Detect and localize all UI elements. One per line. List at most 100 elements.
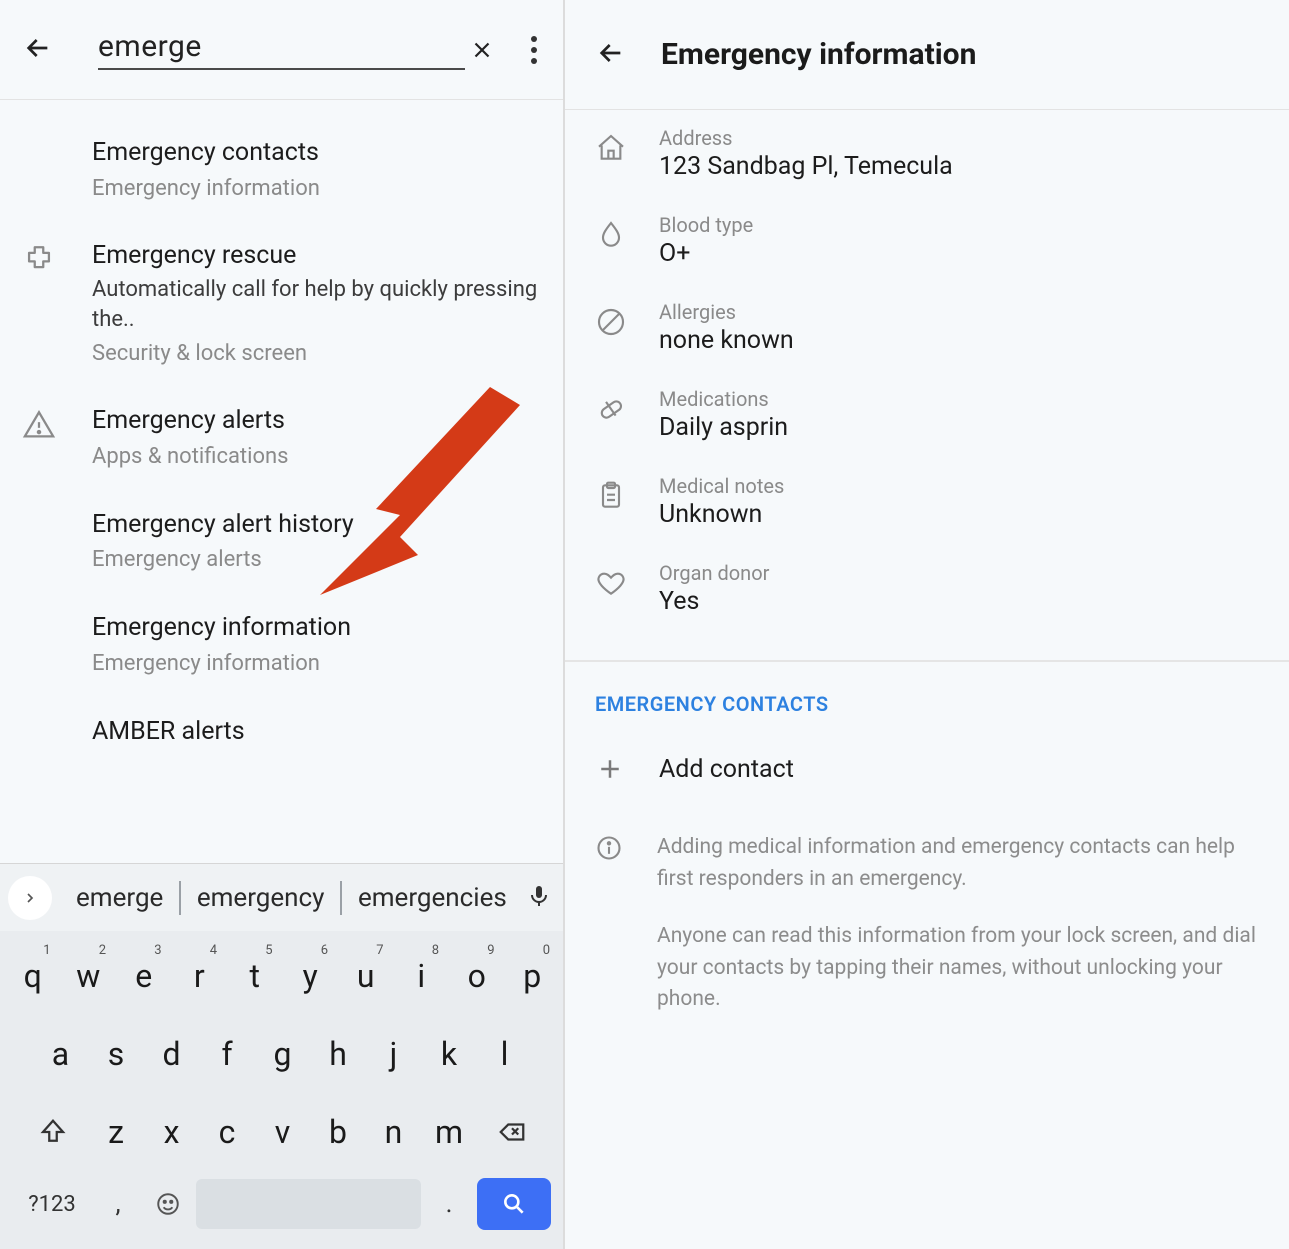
key-f[interactable]: f bbox=[199, 1015, 255, 1093]
hint-text-1: Adding medical information and emergency… bbox=[657, 832, 1275, 895]
key-p[interactable]: p0 bbox=[505, 937, 561, 1015]
key-k[interactable]: k bbox=[421, 1015, 477, 1093]
result-emergency-information[interactable]: Emergency information Emergency informat… bbox=[0, 593, 563, 696]
info-medical-notes[interactable]: Medical notes Unknown bbox=[565, 458, 1289, 545]
info-label: Blood type bbox=[659, 213, 1259, 237]
keyboard: emerge emergency emergencies q1 w2 e3 r4… bbox=[0, 863, 565, 1249]
info-label: Allergies bbox=[659, 300, 1259, 324]
pill-icon bbox=[595, 387, 659, 429]
key-e[interactable]: e3 bbox=[116, 937, 172, 1015]
result-sub: Security & lock screen bbox=[92, 339, 541, 369]
key-o[interactable]: o9 bbox=[449, 937, 505, 1015]
clipboard-icon bbox=[595, 474, 659, 516]
space-key[interactable] bbox=[196, 1179, 421, 1229]
info-label: Organ donor bbox=[659, 561, 1259, 585]
hint-text-2: Anyone can read this information from yo… bbox=[657, 921, 1275, 1016]
suggestion-3[interactable]: emergencies bbox=[342, 879, 523, 917]
search-header: emerge bbox=[0, 0, 563, 100]
info-label: Address bbox=[659, 126, 1259, 150]
key-a[interactable]: a bbox=[33, 1015, 89, 1093]
back-icon[interactable] bbox=[595, 37, 627, 73]
key-row-1: q1 w2 e3 r4 t5 y6 u7 i8 o9 p0 bbox=[4, 937, 561, 1015]
result-desc: Automatically call for help by quickly p… bbox=[92, 275, 541, 334]
key-n[interactable]: n bbox=[366, 1093, 422, 1171]
key-g[interactable]: g bbox=[255, 1015, 311, 1093]
medical-icon bbox=[22, 239, 92, 277]
drop-icon bbox=[595, 213, 659, 255]
divider bbox=[565, 660, 1289, 662]
suggestion-2[interactable]: emergency bbox=[181, 879, 341, 917]
key-w[interactable]: w2 bbox=[61, 937, 117, 1015]
result-title: Emergency rescue bbox=[92, 239, 541, 273]
key-m[interactable]: m bbox=[421, 1093, 477, 1171]
info-label: Medical notes bbox=[659, 474, 1259, 498]
home-icon bbox=[595, 126, 659, 168]
info-header: Emergency information bbox=[565, 0, 1289, 110]
key-i[interactable]: i8 bbox=[394, 937, 450, 1015]
result-sub: Emergency information bbox=[92, 649, 541, 679]
key-v[interactable]: v bbox=[255, 1093, 311, 1171]
backspace-key[interactable] bbox=[477, 1093, 547, 1171]
search-input[interactable]: emerge bbox=[98, 29, 465, 70]
suggestion-1[interactable]: emerge bbox=[60, 879, 179, 917]
page-title: Emergency information bbox=[661, 37, 976, 72]
heart-icon bbox=[595, 561, 659, 603]
shift-key[interactable] bbox=[18, 1093, 88, 1171]
info-label: Medications bbox=[659, 387, 1259, 411]
key-l[interactable]: l bbox=[477, 1015, 533, 1093]
result-title: Emergency alerts bbox=[92, 404, 541, 438]
info-address[interactable]: Address 123 Sandbag Pl, Temecula bbox=[565, 110, 1289, 197]
add-contact-label: Add contact bbox=[659, 755, 794, 784]
result-sub: Apps & notifications bbox=[92, 442, 541, 472]
key-d[interactable]: d bbox=[144, 1015, 200, 1093]
key-q[interactable]: q1 bbox=[5, 937, 61, 1015]
result-sub: Emergency alerts bbox=[92, 545, 541, 575]
back-icon[interactable] bbox=[22, 32, 54, 68]
key-t[interactable]: t5 bbox=[227, 937, 283, 1015]
expand-suggestions-icon[interactable] bbox=[8, 876, 52, 920]
result-amber-alerts[interactable]: AMBER alerts bbox=[0, 697, 563, 749]
info-value: none known bbox=[659, 326, 1259, 355]
key-s[interactable]: s bbox=[88, 1015, 144, 1093]
info-value: O+ bbox=[659, 239, 1259, 268]
section-emergency-contacts: EMERGENCY CONTACTS bbox=[565, 692, 1289, 716]
result-emergency-alerts[interactable]: Emergency alerts Apps & notifications bbox=[0, 386, 563, 489]
more-icon[interactable] bbox=[523, 36, 545, 64]
info-organ-donor[interactable]: Organ donor Yes bbox=[565, 545, 1289, 632]
info-allergies[interactable]: Allergies none known bbox=[565, 284, 1289, 371]
key-u[interactable]: u7 bbox=[338, 937, 394, 1015]
result-emergency-contacts[interactable]: Emergency contacts Emergency information bbox=[0, 118, 563, 221]
suggestion-bar: emerge emergency emergencies bbox=[0, 863, 565, 931]
settings-search-pane: emerge Emergency contacts Emergency info… bbox=[0, 0, 565, 1249]
key-row-3: z x c v b n m bbox=[4, 1093, 561, 1171]
key-y[interactable]: y6 bbox=[283, 937, 339, 1015]
mic-icon[interactable] bbox=[527, 882, 551, 914]
key-row-4: ?123 , . bbox=[4, 1171, 561, 1241]
key-j[interactable]: j bbox=[366, 1015, 422, 1093]
hint-block: Adding medical information and emergency… bbox=[565, 802, 1289, 1042]
add-contact-button[interactable]: Add contact bbox=[565, 716, 1289, 802]
info-medications[interactable]: Medications Daily asprin bbox=[565, 371, 1289, 458]
key-z[interactable]: z bbox=[88, 1093, 144, 1171]
emoji-key[interactable] bbox=[146, 1191, 190, 1217]
key-b[interactable]: b bbox=[310, 1093, 366, 1171]
result-sub: Emergency information bbox=[92, 174, 541, 204]
symbols-key[interactable]: ?123 bbox=[14, 1192, 90, 1217]
key-x[interactable]: x bbox=[144, 1093, 200, 1171]
result-alert-history[interactable]: Emergency alert history Emergency alerts bbox=[0, 490, 563, 593]
info-blood-type[interactable]: Blood type O+ bbox=[565, 197, 1289, 284]
search-key[interactable] bbox=[477, 1178, 551, 1230]
result-title: AMBER alerts bbox=[92, 715, 541, 749]
key-h[interactable]: h bbox=[310, 1015, 366, 1093]
key-r[interactable]: r4 bbox=[172, 937, 228, 1015]
result-emergency-rescue[interactable]: Emergency rescue Automatically call for … bbox=[0, 221, 563, 386]
clear-icon[interactable] bbox=[465, 37, 499, 63]
comma-key[interactable]: , bbox=[96, 1189, 140, 1219]
info-value: Daily asprin bbox=[659, 413, 1259, 442]
period-key[interactable]: . bbox=[427, 1189, 471, 1219]
warning-icon bbox=[22, 404, 92, 442]
key-c[interactable]: c bbox=[199, 1093, 255, 1171]
no-icon bbox=[595, 300, 659, 342]
key-row-2: a s d f g h j k l bbox=[4, 1015, 561, 1093]
emergency-info-pane: Emergency information Address 123 Sandba… bbox=[565, 0, 1289, 1249]
